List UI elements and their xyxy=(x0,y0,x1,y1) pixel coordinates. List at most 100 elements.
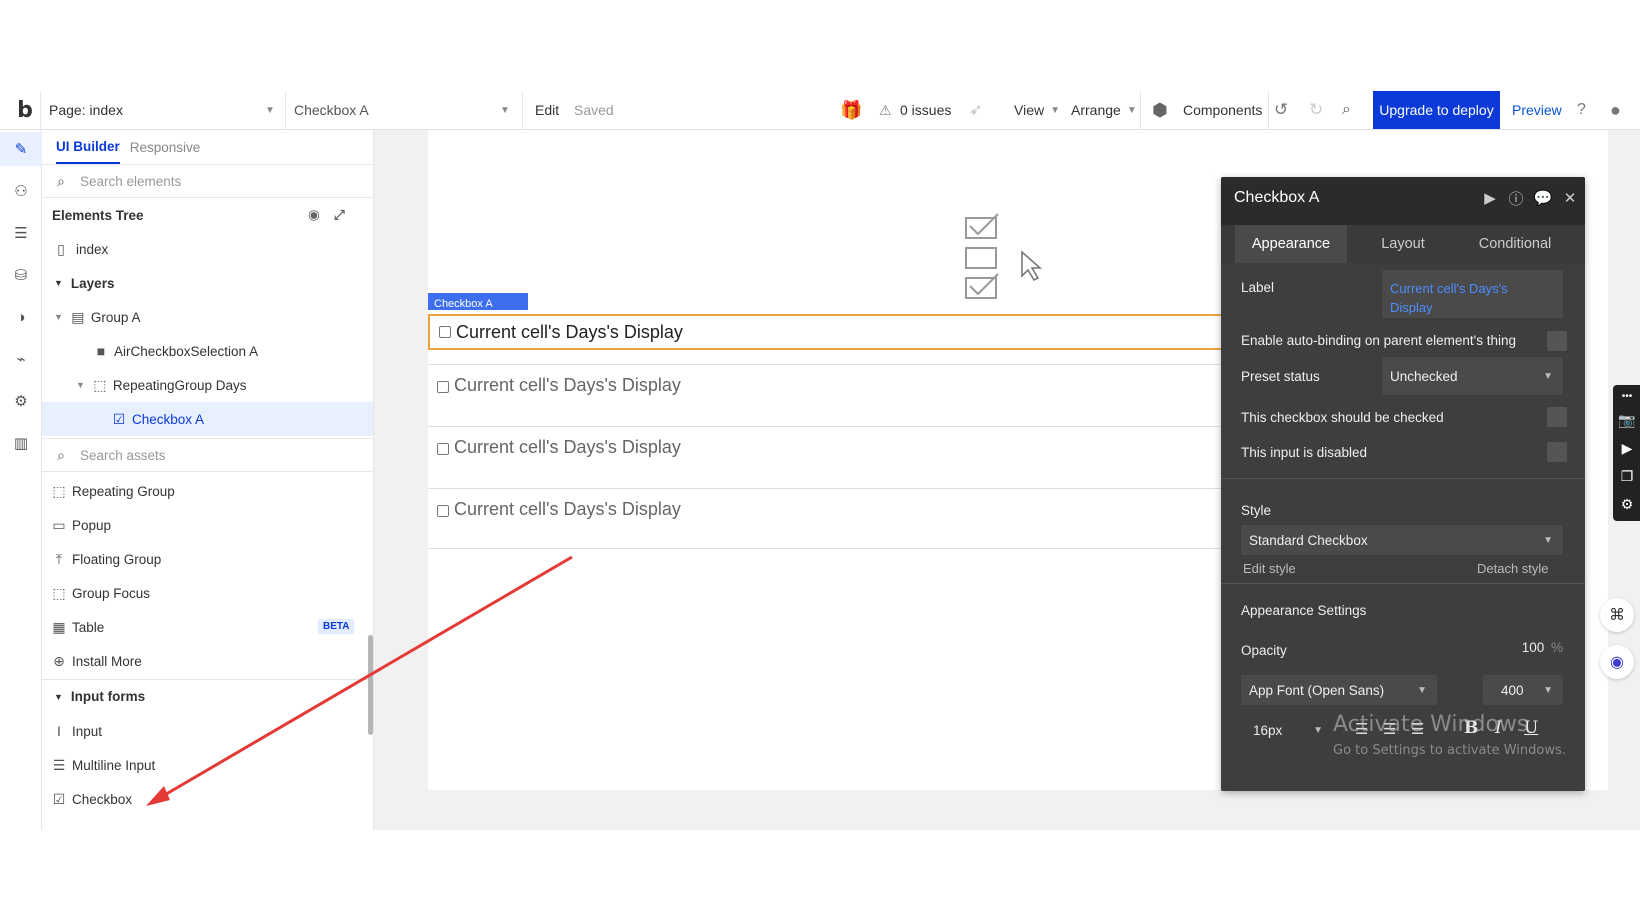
tree-item-layers[interactable]: ▼ Layers xyxy=(42,266,373,300)
repeating-group-cell[interactable]: Current cell's Days's Display xyxy=(428,314,1228,350)
asset-multiline-input[interactable]: ☰ Multiline Input xyxy=(42,748,373,782)
preset-status-dropdown[interactable]: Unchecked ▼ xyxy=(1382,357,1563,395)
checkbox-icon[interactable] xyxy=(437,505,449,517)
redo-icon[interactable]: ↻ xyxy=(1309,91,1323,129)
font-family-dropdown[interactable]: App Font (Open Sans) ▼ xyxy=(1241,675,1437,705)
tree-item-aircheckboxselection-a[interactable]: ■ AirCheckboxSelection A xyxy=(42,334,373,368)
tab-appearance[interactable]: Appearance xyxy=(1235,225,1347,263)
font-weight-dropdown[interactable]: 400 ▼ xyxy=(1483,675,1563,705)
tree-item-index[interactable]: ▯ index xyxy=(42,232,373,266)
asset-input[interactable]: I Input xyxy=(42,714,373,748)
asset-group-focus[interactable]: ⬚ Group Focus xyxy=(42,576,373,610)
asset-checkbox[interactable]: ☑ Checkbox xyxy=(42,782,373,816)
asset-install-more[interactable]: ⊕ Install More xyxy=(42,644,373,678)
search-elements-input[interactable]: Search elements xyxy=(80,174,181,189)
auto-binding-label: Enable auto-binding on parent element's … xyxy=(1241,333,1517,348)
settings-icon[interactable]: ⚙ xyxy=(0,384,42,418)
bubble-logo[interactable]: b xyxy=(12,91,38,129)
checkbox-icon[interactable] xyxy=(437,381,449,393)
view-menu[interactable]: View ▼ xyxy=(1014,91,1060,129)
element-selector[interactable]: Checkbox A ▼ xyxy=(294,91,516,129)
font-weight-value: 400 xyxy=(1501,682,1524,698)
styles-palette-icon[interactable]: ◑ xyxy=(0,300,42,334)
database-icon[interactable]: ⛁ xyxy=(0,258,42,292)
expand-icon[interactable]: ⤢ xyxy=(334,207,345,223)
video-icon[interactable]: ▶ xyxy=(1616,437,1638,459)
checkbox-filled-icon: ■ xyxy=(96,343,106,359)
disabled-checkbox[interactable] xyxy=(1547,442,1567,462)
style-dropdown[interactable]: Standard Checkbox ▼ xyxy=(1241,525,1563,555)
repeating-group-cell[interactable]: Current cell's Days's Display xyxy=(428,426,1228,487)
gear-icon[interactable]: ⚙ xyxy=(1616,493,1638,515)
search-icon[interactable]: ⌕ xyxy=(1342,91,1351,129)
repeating-group-icon: ⬚ xyxy=(93,376,107,393)
undo-icon[interactable]: ↺ xyxy=(1274,91,1288,129)
caret-down-icon[interactable]: ▼ xyxy=(76,380,85,390)
divider xyxy=(1221,478,1585,479)
assistant-icon[interactable]: ◉ xyxy=(1600,645,1634,679)
tab-conditional[interactable]: Conditional xyxy=(1459,225,1571,263)
elements-tree-header: Elements Tree ◉ ⤢ xyxy=(42,198,373,232)
tree-item-checkbox-a[interactable]: ☑ Checkbox A xyxy=(42,402,373,436)
pointer-icon[interactable]: ➶ xyxy=(969,91,982,129)
search-assets-input[interactable]: Search assets xyxy=(80,448,166,463)
element-name-tag: Checkbox A xyxy=(428,293,528,310)
asset-popup[interactable]: ▭ Popup xyxy=(42,508,373,542)
tree-item-repeatinggroup-days[interactable]: ▼ ⬚ RepeatingGroup Days xyxy=(42,368,373,402)
popup-icon: ▭ xyxy=(52,516,66,533)
caret-down-icon[interactable]: ▼ xyxy=(54,278,63,288)
analytics-icon[interactable]: ▥ xyxy=(0,426,42,460)
panel-scrollbar[interactable] xyxy=(368,635,373,735)
eye-icon[interactable]: ◉ xyxy=(308,207,320,223)
arrange-menu[interactable]: Arrange ▼ xyxy=(1071,91,1137,129)
data-icon[interactable]: ☰ xyxy=(0,216,42,250)
left-icon-rail: ✎ ⚇ ☰ ⛁ ◑ ⌁ ⚙ ▥ xyxy=(0,130,42,830)
search-assets[interactable]: ⌕ Search assets xyxy=(42,438,373,472)
gift-icon[interactable]: 🎁 xyxy=(840,91,862,129)
opacity-input[interactable]: 100 % xyxy=(1491,640,1563,662)
close-icon[interactable]: ✕ xyxy=(1561,189,1579,207)
plugins-icon[interactable]: ⌁ xyxy=(0,342,42,376)
components-button[interactable]: Components xyxy=(1183,91,1262,129)
repeating-group-cell[interactable]: Current cell's Days's Display xyxy=(428,364,1228,425)
more-icon[interactable]: ••• xyxy=(1616,385,1638,407)
comment-icon[interactable]: 💬 xyxy=(1534,189,1553,207)
label-dynamic-value[interactable]: Current cell's Days's Display xyxy=(1382,270,1563,318)
caret-down-icon[interactable]: ▼ xyxy=(54,692,63,702)
help-icon[interactable]: ? xyxy=(1577,91,1586,129)
auto-binding-checkbox[interactable] xyxy=(1547,331,1567,351)
tab-responsive[interactable]: Responsive xyxy=(130,140,201,155)
tab-layout[interactable]: Layout xyxy=(1347,225,1459,263)
play-icon[interactable]: ▶ xyxy=(1481,189,1499,207)
asset-floating-group[interactable]: ⤒ Floating Group xyxy=(42,542,373,576)
asset-repeating-group[interactable]: ⬚ Repeating Group xyxy=(42,474,373,508)
checkbox-icon[interactable] xyxy=(437,443,449,455)
issues-counter[interactable]: 0 issues xyxy=(900,91,951,129)
caret-down-icon[interactable]: ▼ xyxy=(54,312,63,322)
font-size-dropdown[interactable]: 16px ▼ xyxy=(1241,715,1323,745)
asset-table[interactable]: ▦ Table BETA xyxy=(42,610,373,644)
should-be-checked-checkbox[interactable] xyxy=(1547,407,1567,427)
repeating-group-cell[interactable]: Current cell's Days's Display xyxy=(428,488,1228,549)
workflow-icon[interactable]: ⚇ xyxy=(0,174,42,208)
preview-button[interactable]: Preview xyxy=(1512,91,1562,129)
tab-ui-builder[interactable]: UI Builder xyxy=(56,130,120,164)
camera-icon[interactable]: 📷 xyxy=(1616,409,1638,431)
edit-menu[interactable]: Edit xyxy=(535,91,559,129)
search-elements[interactable]: ⌕ Search elements xyxy=(42,164,373,198)
window-icon[interactable]: ❐ xyxy=(1616,465,1638,487)
checkbox-illustration-icon xyxy=(965,213,1043,299)
input-forms-header[interactable]: ▼ Input forms xyxy=(42,679,373,713)
upgrade-to-deploy-button[interactable]: Upgrade to deploy xyxy=(1373,91,1500,129)
checkbox-icon[interactable] xyxy=(439,326,451,338)
detach-style-link[interactable]: Detach style xyxy=(1477,561,1549,576)
design-pencil-icon[interactable]: ✎ xyxy=(0,132,42,166)
avatar[interactable]: ● xyxy=(1610,91,1621,129)
edit-style-link[interactable]: Edit style xyxy=(1243,561,1296,576)
info-icon[interactable]: ⓘ xyxy=(1507,189,1525,208)
chevron-down-icon: ▼ xyxy=(1050,104,1060,116)
shortcut-icon[interactable]: ⌘ xyxy=(1600,598,1634,632)
property-editor-header[interactable]: Checkbox A ▶ ⓘ 💬 ✕ xyxy=(1221,177,1585,219)
page-selector[interactable]: Page: index ▼ xyxy=(49,91,279,129)
tree-item-group-a[interactable]: ▼ ▤ Group A xyxy=(42,300,373,334)
